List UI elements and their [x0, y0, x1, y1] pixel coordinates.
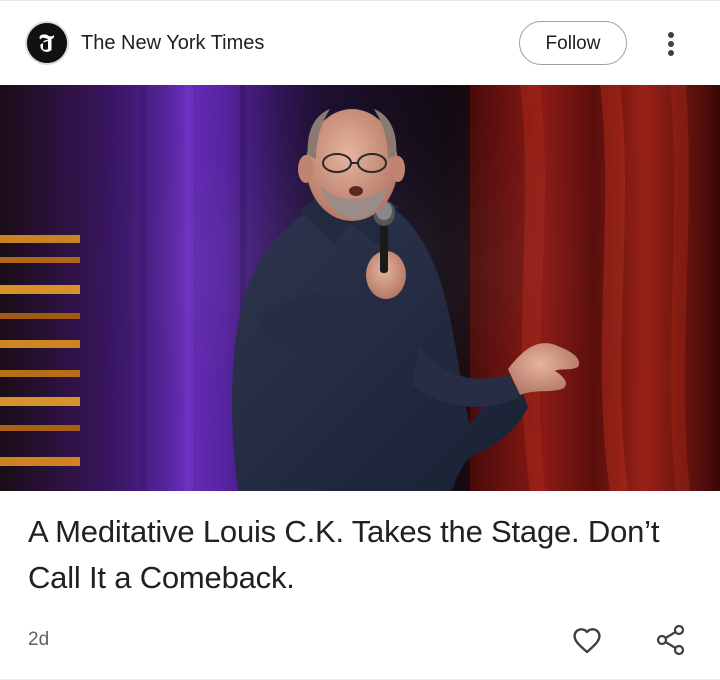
- source-name[interactable]: The New York Times: [81, 31, 264, 55]
- card-header: The New York Times Follow: [0, 1, 720, 85]
- article-photo[interactable]: [0, 85, 720, 491]
- heart-icon[interactable]: [568, 621, 606, 659]
- share-icon[interactable]: [652, 621, 690, 659]
- article-headline[interactable]: A Meditative Louis C.K. Takes the Stage.…: [28, 509, 696, 601]
- more-vert-icon[interactable]: [655, 27, 687, 61]
- article-age: 2d: [28, 629, 50, 650]
- follow-button[interactable]: Follow: [519, 21, 627, 65]
- nyt-logo-icon[interactable]: [27, 23, 67, 63]
- article-card[interactable]: The New York Times Follow A Meditative L…: [0, 0, 720, 680]
